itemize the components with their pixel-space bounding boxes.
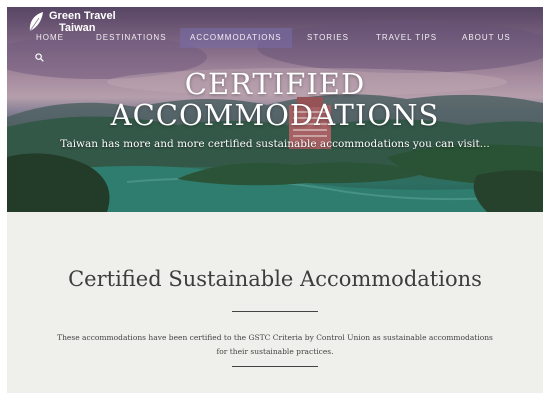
hero-title-line1: CERTIFIED: [184, 67, 366, 101]
search-icon[interactable]: [35, 53, 44, 62]
hero-subtitle: Taiwan has more and more certified susta…: [60, 138, 490, 150]
description-line2: for their sustainable practices.: [216, 347, 334, 356]
nav-item-accommodations[interactable]: ACCOMMODATIONS: [180, 28, 292, 48]
hero-title-line2: ACCOMMODATIONS: [110, 98, 440, 132]
section-description: These accommodations have been certified…: [47, 331, 503, 359]
brand-name-line1: Green Travel: [49, 10, 116, 22]
description-line1: These accommodations have been certified…: [57, 333, 493, 342]
nav-item-travel-tips[interactable]: TRAVEL TIPS: [376, 28, 437, 48]
description-divider: [232, 366, 318, 367]
section-title: Certified Sustainable Accommodations: [68, 267, 482, 291]
nav-item-destinations[interactable]: DESTINATIONS: [96, 28, 167, 48]
nav-item-home[interactable]: HOME: [36, 28, 64, 48]
main-nav: HOME DESTINATIONS ACCOMMODATIONS STORIES…: [7, 28, 543, 48]
nav-item-about-us[interactable]: ABOUT US: [462, 28, 511, 48]
page-frame: Green Travel Taiwan HOME DESTINATIONS AC…: [7, 7, 543, 393]
hero-banner: Green Travel Taiwan HOME DESTINATIONS AC…: [7, 7, 543, 212]
nav-item-stories[interactable]: STORIES: [307, 28, 349, 48]
title-divider: [232, 311, 318, 312]
